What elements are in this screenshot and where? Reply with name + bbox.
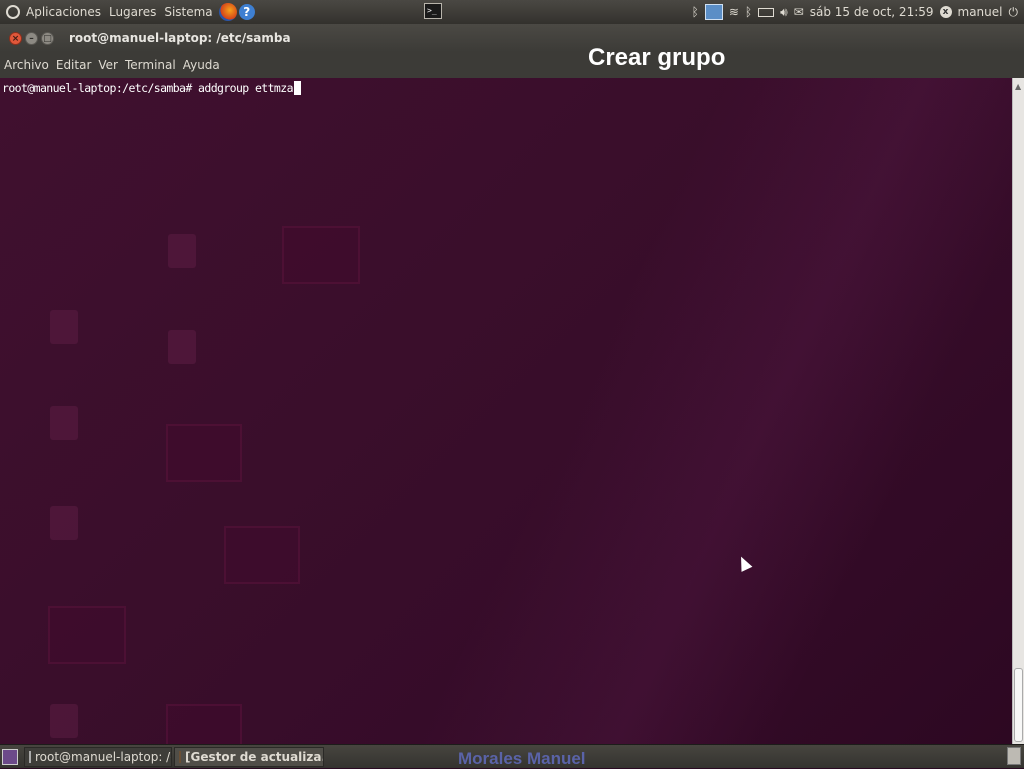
maximize-icon[interactable]: □ bbox=[41, 31, 54, 45]
mouse-pointer-icon bbox=[735, 554, 753, 572]
battery-icon[interactable] bbox=[758, 7, 775, 17]
taskbar-item-terminal[interactable]: root@manuel-laptop: /e... bbox=[24, 746, 172, 767]
scroll-up-arrow-icon[interactable]: ▲ bbox=[1015, 82, 1021, 91]
package-icon bbox=[179, 750, 181, 763]
bluetooth-status-icon[interactable]: ᛒ bbox=[745, 5, 752, 19]
taskbar-item-label: [Gestor de actualiza... bbox=[185, 749, 324, 764]
video-caption-title: Crear grupo bbox=[588, 44, 726, 71]
power-icon[interactable]: ⏻ bbox=[1009, 5, 1019, 20]
menu-ayuda[interactable]: Ayuda bbox=[179, 58, 223, 72]
minimize-icon[interactable]: – bbox=[25, 31, 38, 45]
volume-icon[interactable]: 🔊︎ bbox=[780, 5, 788, 20]
bluetooth-icon[interactable]: ᛒ bbox=[692, 5, 699, 19]
trash-icon[interactable] bbox=[1007, 747, 1021, 765]
video-credit: Morales Manuel bbox=[458, 749, 586, 768]
window-title: root@manuel-laptop: /etc/samba bbox=[69, 31, 291, 45]
taskbar-item-label: root@manuel-laptop: /e... bbox=[35, 749, 171, 764]
user-icon[interactable]: x bbox=[939, 6, 952, 18]
ghost-desktop-thumbnail bbox=[224, 526, 300, 584]
menu-archivo[interactable]: Archivo bbox=[0, 58, 52, 72]
menu-ver[interactable]: Ver bbox=[94, 58, 121, 72]
menu-system[interactable]: Sistema bbox=[160, 5, 216, 19]
ghost-desktop-icon bbox=[168, 330, 196, 364]
menu-places[interactable]: Lugares bbox=[105, 5, 160, 19]
terminal-menubar: Archivo Editar Ver Terminal Ayuda bbox=[0, 52, 1024, 78]
firefox-launcher-icon[interactable] bbox=[218, 3, 237, 21]
terminal-scrollbar[interactable]: ▲ bbox=[1012, 78, 1024, 744]
wifi-icon[interactable]: ≋ bbox=[729, 5, 739, 19]
menu-terminal[interactable]: Terminal bbox=[121, 58, 179, 72]
menu-editar[interactable]: Editar bbox=[52, 58, 95, 72]
system-tray: ᛒ ≋ ᛒ 🔊︎ ✉ sáb 15 de oct, 21:59 x manuel… bbox=[692, 0, 1024, 24]
help-launcher-icon[interactable]: ? bbox=[238, 4, 255, 20]
terminal-launcher-icon[interactable]: >_ bbox=[424, 3, 442, 19]
ghost-desktop-thumbnail bbox=[282, 226, 360, 284]
ubuntu-logo-icon[interactable] bbox=[6, 5, 20, 19]
ghost-desktop-thumbnail bbox=[166, 424, 242, 482]
taskbar-item-update-manager[interactable]: [Gestor de actualiza... bbox=[174, 746, 324, 767]
ghost-desktop-icon bbox=[50, 406, 78, 440]
ghost-desktop-icon bbox=[50, 506, 78, 540]
user-name[interactable]: manuel bbox=[958, 5, 1003, 19]
clock[interactable]: sáb 15 de oct, 21:59 bbox=[810, 5, 934, 19]
command-line[interactable]: root@manuel-laptop:/etc/samba# addgroup … bbox=[2, 81, 301, 95]
ghost-desktop-icon bbox=[168, 234, 196, 268]
text-cursor bbox=[293, 81, 301, 95]
show-desktop-icon[interactable] bbox=[2, 748, 18, 765]
ghost-desktop-icon bbox=[50, 310, 78, 344]
close-icon[interactable]: × bbox=[9, 31, 22, 45]
ghost-desktop-thumbnail bbox=[166, 704, 242, 744]
terminal-icon bbox=[29, 750, 31, 763]
ghost-desktop-thumbnail bbox=[48, 606, 126, 664]
ghost-desktop-icon bbox=[50, 704, 78, 738]
network-manager-icon[interactable] bbox=[704, 4, 723, 20]
menu-applications[interactable]: Aplicaciones bbox=[22, 5, 105, 19]
mail-icon[interactable]: ✉ bbox=[794, 5, 804, 19]
typed-command: addgroup ettmza bbox=[198, 81, 293, 95]
bottom-panel: root@manuel-laptop: /e... [Gestor de act… bbox=[0, 744, 1024, 768]
top-panel: Aplicaciones Lugares Sistema ? >_ ᛒ ≋ ᛒ … bbox=[0, 0, 1024, 25]
terminal-area[interactable]: root@manuel-laptop:/etc/samba# addgroup … bbox=[0, 78, 1012, 744]
window-titlebar[interactable]: × – □ root@manuel-laptop: /etc/samba bbox=[0, 24, 1024, 52]
shell-prompt: root@manuel-laptop:/etc/samba# bbox=[2, 81, 192, 95]
scrollbar-thumb[interactable] bbox=[1014, 668, 1023, 742]
